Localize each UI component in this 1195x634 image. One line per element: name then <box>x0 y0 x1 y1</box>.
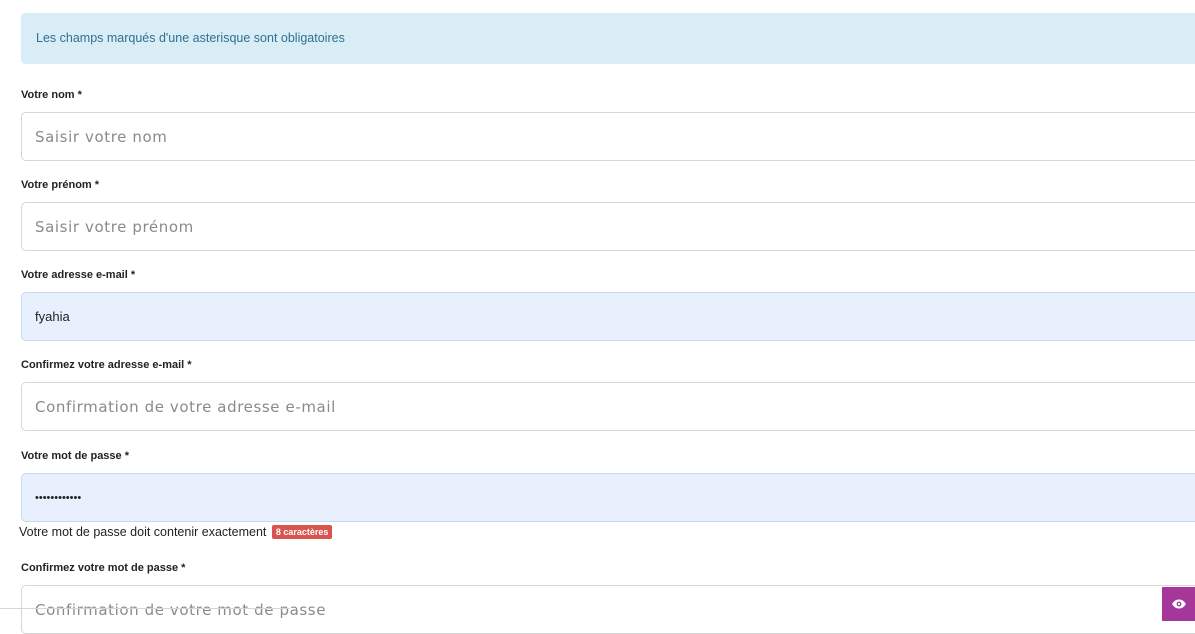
password-confirm-label: Confirmez votre mot de passe * <box>21 562 186 574</box>
email-label: Votre adresse e-mail * <box>21 269 136 281</box>
email-confirm-input[interactable] <box>21 382 1195 431</box>
prenom-label: Votre prénom * <box>21 179 100 191</box>
password-input[interactable] <box>21 473 1195 522</box>
required-fields-notice: Les champs marqués d'une asterisque sont… <box>21 13 1195 64</box>
password-hint-text: Votre mot de passe doit contenir exactem… <box>19 525 267 539</box>
password-hint: Votre mot de passe doit contenir exactem… <box>19 525 333 539</box>
divider <box>0 608 290 609</box>
password-confirm-input[interactable] <box>21 585 1195 634</box>
password-label: Votre mot de passe * <box>21 450 129 462</box>
eye-icon <box>1171 599 1186 609</box>
password-length-badge: 8 caractères <box>271 525 333 539</box>
prenom-input[interactable] <box>21 202 1195 251</box>
nom-input[interactable] <box>21 112 1195 161</box>
toggle-password-visibility-button[interactable] <box>1162 587 1195 621</box>
email-input[interactable] <box>21 292 1195 341</box>
nom-label: Votre nom * <box>21 89 82 101</box>
email-confirm-label: Confirmez votre adresse e-mail * <box>21 359 192 371</box>
